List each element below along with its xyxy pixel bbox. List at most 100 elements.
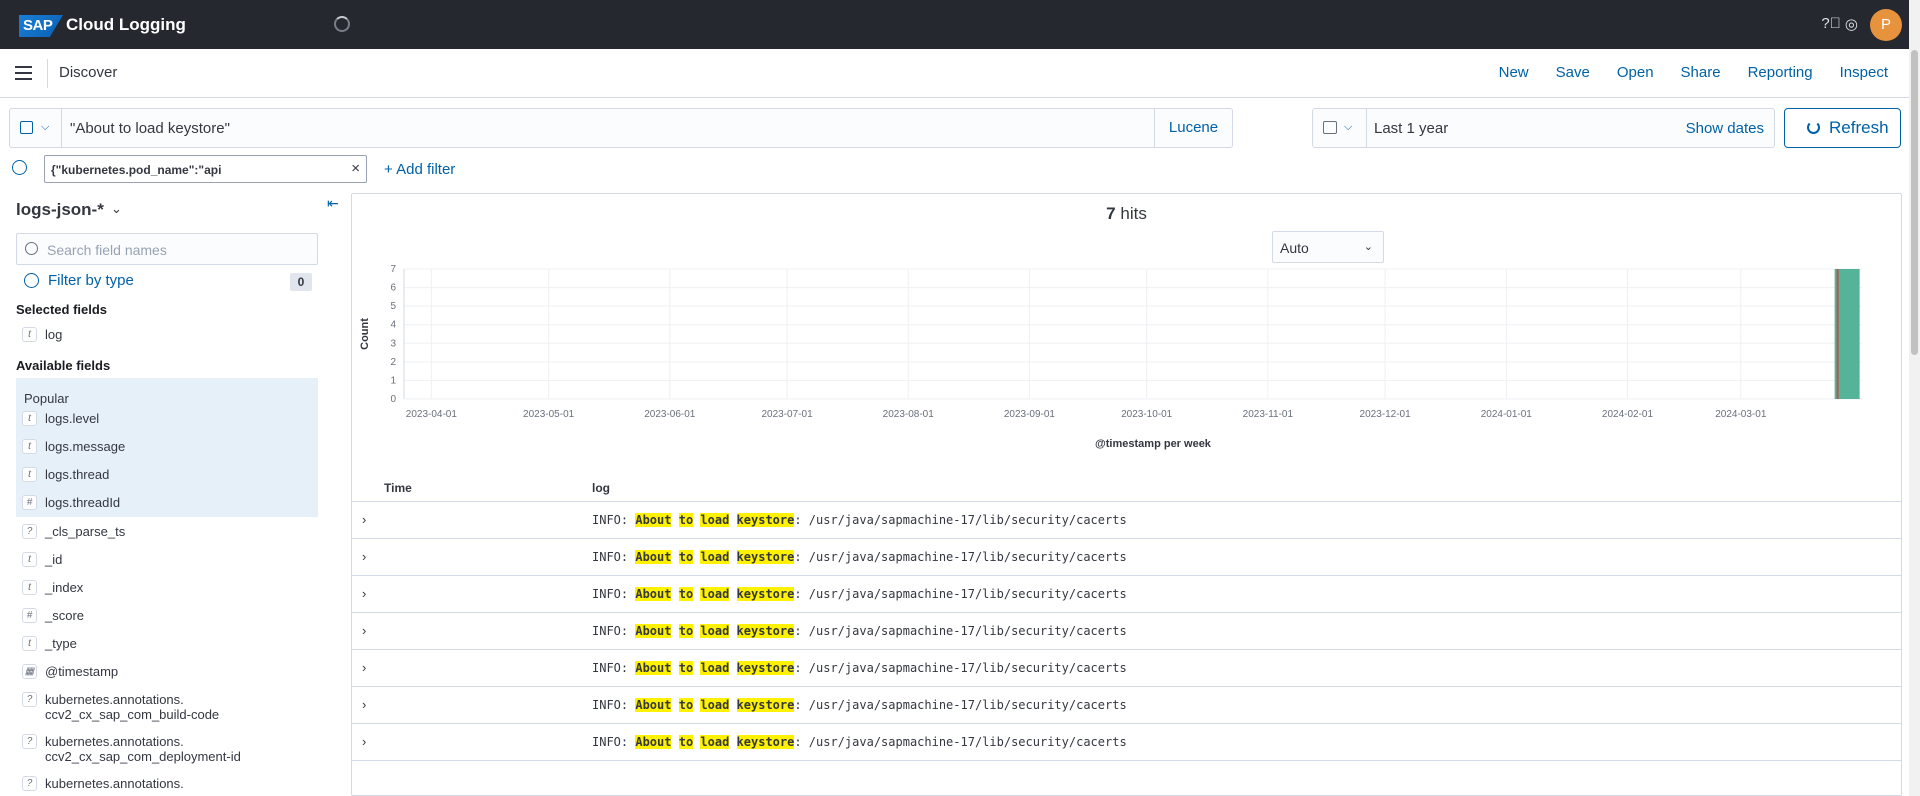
field-type-icon: ? bbox=[22, 524, 37, 539]
menu-icon[interactable] bbox=[15, 66, 32, 80]
nav-action-reporting[interactable]: Reporting bbox=[1748, 64, 1813, 81]
field-item[interactable]: t logs.level bbox=[22, 411, 99, 426]
field-item[interactable]: ▦ @timestamp bbox=[22, 664, 118, 679]
field-type-icon: ? bbox=[22, 734, 37, 749]
collapse-sidebar-icon[interactable]: ⇤ bbox=[327, 195, 339, 212]
chevron-down-icon[interactable]: ⌄ bbox=[111, 201, 122, 217]
log-cell: INFO: About to load keystore: /usr/java/… bbox=[592, 587, 1127, 601]
field-item[interactable]: ? kubernetes.annotations. ccv2_cx_sap_com_… bbox=[22, 734, 241, 764]
support-icon[interactable]: ◎ bbox=[1845, 15, 1858, 33]
table-header: Time log bbox=[352, 472, 1901, 502]
field-search-input[interactable]: Search field names bbox=[16, 233, 318, 265]
expand-row-icon[interactable]: › bbox=[362, 512, 366, 527]
user-avatar[interactable]: P bbox=[1870, 9, 1902, 41]
filter-by-type-button[interactable]: Filter by type bbox=[24, 272, 134, 289]
log-highlight: load bbox=[700, 661, 730, 675]
expand-row-icon[interactable]: › bbox=[362, 623, 366, 638]
nav-action-new[interactable]: New bbox=[1499, 64, 1529, 81]
table-row[interactable]: › INFO: About to load keystore: /usr/java… bbox=[352, 650, 1901, 687]
field-item[interactable]: # _score bbox=[22, 608, 84, 623]
log-cell: INFO: About to load keystore: /usr/java/… bbox=[592, 550, 1127, 564]
field-name-line: _type bbox=[45, 636, 77, 651]
field-item[interactable]: t log bbox=[22, 327, 62, 342]
field-name-line: logs.level bbox=[45, 411, 100, 426]
log-highlight: About bbox=[635, 735, 672, 749]
log-suffix: : /usr/java/sapmachine-17/lib/security/c… bbox=[794, 550, 1127, 564]
log-highlight: About bbox=[635, 550, 672, 564]
filter-pill-text: {"kubernetes.pod_name":"api bbox=[51, 163, 222, 177]
field-item[interactable]: t logs.thread bbox=[22, 467, 109, 482]
field-item[interactable]: # logs.threadId bbox=[22, 495, 120, 510]
field-type-icon: ▦ bbox=[22, 664, 37, 679]
nav-action-inspect[interactable]: Inspect bbox=[1840, 64, 1888, 81]
nav-action-open[interactable]: Open bbox=[1617, 64, 1654, 81]
y-tick-label: 4 bbox=[390, 320, 396, 331]
log-highlight: keystore bbox=[736, 587, 795, 601]
interval-select[interactable]: Auto ⌄ bbox=[1272, 231, 1384, 263]
x-tick-label: 2023-08-01 bbox=[883, 409, 935, 420]
time-range-label[interactable]: Last 1 year bbox=[1374, 120, 1448, 137]
x-tick-label: 2024-03-01 bbox=[1715, 409, 1767, 420]
filter-pill[interactable]: {"kubernetes.pod_name":"api × bbox=[44, 155, 367, 183]
page-title: Discover bbox=[59, 64, 118, 81]
log-highlight: keystore bbox=[736, 698, 795, 712]
expand-row-icon[interactable]: › bbox=[362, 697, 366, 712]
loading-spinner-icon bbox=[334, 16, 350, 32]
query-input[interactable]: "About to load keystore" bbox=[70, 120, 230, 137]
query-language-button[interactable]: Lucene bbox=[1154, 109, 1232, 147]
log-highlight: load bbox=[700, 735, 730, 749]
expand-row-icon[interactable]: › bbox=[362, 734, 366, 749]
field-item[interactable]: t _id bbox=[22, 552, 62, 567]
field-item[interactable]: t logs.message bbox=[22, 439, 125, 454]
x-tick-label: 2023-07-01 bbox=[761, 409, 813, 420]
table-row[interactable]: › INFO: About to load keystore: /usr/java… bbox=[352, 687, 1901, 724]
filter-menu-icon[interactable] bbox=[12, 160, 27, 175]
sap-logo[interactable]: SAP bbox=[19, 15, 63, 37]
show-dates-link[interactable]: Show dates bbox=[1686, 120, 1764, 137]
field-name-line: ccv2_cx_sap_com_build-code bbox=[45, 707, 220, 722]
table-row[interactable]: › INFO: About to load keystore: /usr/java… bbox=[352, 724, 1901, 761]
y-tick-label: 2 bbox=[390, 357, 396, 368]
filter-bar: {"kubernetes.pod_name":"api × + Add filt… bbox=[0, 155, 1909, 183]
field-item[interactable]: t _type bbox=[22, 636, 77, 651]
index-pattern-title[interactable]: logs-json-* bbox=[16, 200, 104, 220]
saved-query-button[interactable]: ⌵ bbox=[10, 109, 62, 147]
selected-fields-heading: Selected fields bbox=[16, 302, 108, 317]
log-highlight: About bbox=[635, 513, 672, 527]
add-filter-button[interactable]: + Add filter bbox=[384, 161, 455, 178]
table-row[interactable]: › INFO: About to load keystore: /usr/java… bbox=[352, 576, 1901, 613]
table-row[interactable]: › INFO: About to load keystore: /usr/java… bbox=[352, 539, 1901, 576]
histogram-chart[interactable]: 0 1 2 3 4 5 6 7 2023-04-01 2023-05-01 2023-06-01 20… bbox=[352, 264, 1903, 464]
table-row[interactable]: › INFO: About to load keystore: /usr/java… bbox=[352, 613, 1901, 650]
log-highlight: keystore bbox=[736, 735, 795, 749]
log-highlight: About bbox=[635, 587, 672, 601]
nav-action-share[interactable]: Share bbox=[1681, 64, 1721, 81]
expand-row-icon[interactable]: › bbox=[362, 660, 366, 675]
hit-count-value: 7 bbox=[1106, 204, 1116, 223]
expand-row-icon[interactable]: › bbox=[362, 549, 366, 564]
field-item[interactable]: ? kubernetes.annotations. bbox=[22, 776, 184, 791]
field-name-line: _id bbox=[45, 552, 63, 567]
expand-row-icon[interactable]: › bbox=[362, 586, 366, 601]
field-item[interactable]: ? _cls_parse_ts bbox=[22, 524, 125, 539]
log-highlight: to bbox=[678, 661, 694, 675]
help-icon[interactable]: ?⃝ bbox=[1821, 15, 1841, 33]
field-item[interactable]: t _index bbox=[22, 580, 83, 595]
results-panel: 7 hits Auto ⌄ 0 1 2 3 4 5 6 7 2023-04-01 2023-05-… bbox=[351, 193, 1902, 796]
y-tick-label: 6 bbox=[390, 283, 396, 294]
close-icon[interactable]: × bbox=[351, 160, 360, 177]
column-header-time[interactable]: Time bbox=[384, 481, 412, 495]
log-highlight: keystore bbox=[736, 624, 795, 638]
table-row[interactable]: › INFO: About to load keystore: /usr/java… bbox=[352, 502, 1901, 539]
refresh-button[interactable]: Refresh bbox=[1784, 108, 1901, 148]
field-sidebar: logs-json-* ⌄ ⇤ Search field names Filte… bbox=[0, 190, 340, 796]
refresh-button-label: Refresh bbox=[1829, 118, 1889, 137]
page-scrollbar-thumb[interactable] bbox=[1911, 50, 1918, 355]
column-header-log[interactable]: log bbox=[592, 481, 610, 495]
quick-time-menu-button[interactable]: ⌵ bbox=[1313, 109, 1367, 147]
hit-count-label: hits bbox=[1120, 204, 1147, 223]
field-item[interactable]: ? kubernetes.annotations. ccv2_cx_sap_com_… bbox=[22, 692, 219, 722]
nav-action-save[interactable]: Save bbox=[1556, 64, 1590, 81]
app-title[interactable]: Cloud Logging bbox=[66, 15, 186, 35]
chevron-down-icon: ⌄ bbox=[1363, 241, 1373, 253]
